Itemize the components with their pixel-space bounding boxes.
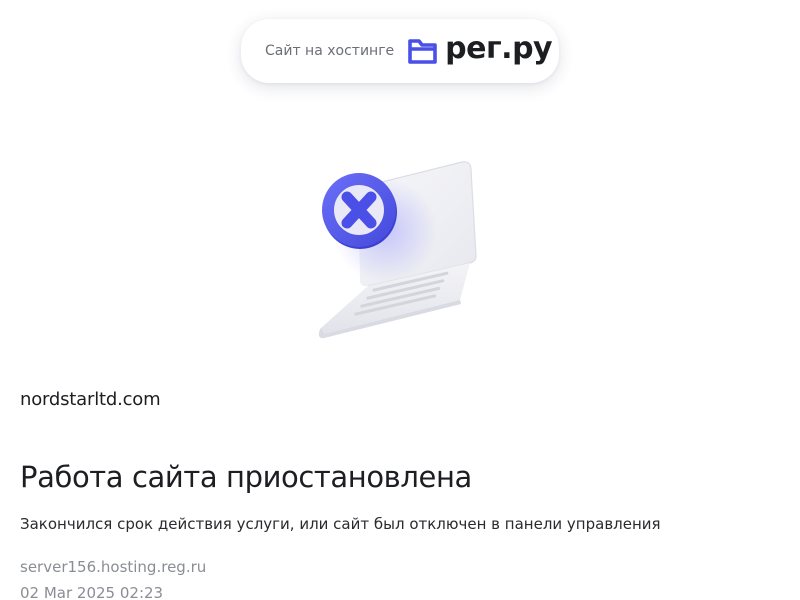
suspension-description: Закончился срок действия услуги, или сай…	[20, 515, 661, 533]
hosting-badge-text: Сайт на хостинге	[265, 43, 395, 59]
hosting-badge-link[interactable]: Сайт на хостинге рег.ру	[241, 19, 559, 83]
laptop-with-error-icon	[300, 150, 500, 350]
domain-name: nordstarltd.com	[20, 389, 161, 410]
timestamp: 02 Mar 2025 02:23	[20, 584, 164, 600]
brand-logo-text: рег.ру	[445, 31, 553, 66]
server-name: server156.hosting.reg.ru	[20, 558, 207, 576]
page: Сайт на хостинге рег.ру nordstarltd.com …	[0, 0, 800, 600]
folder-icon	[407, 37, 438, 65]
page-title: Работа сайта приостановлена	[20, 460, 472, 494]
